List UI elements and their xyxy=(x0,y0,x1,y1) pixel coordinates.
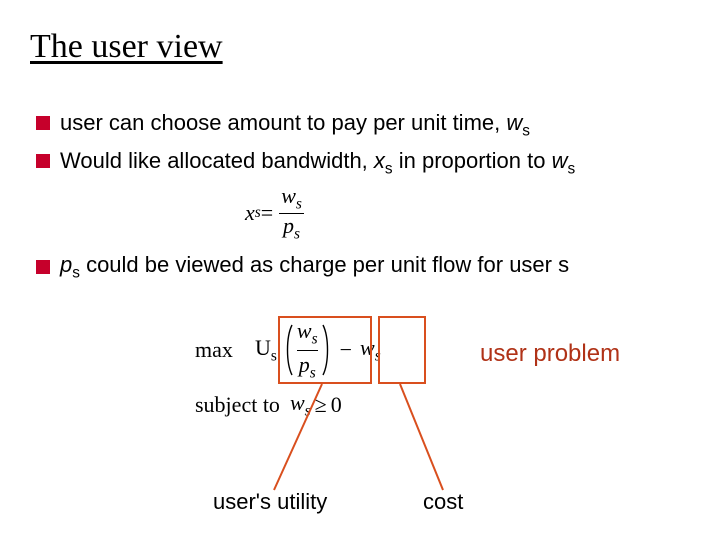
eq1-num-sub: s xyxy=(296,195,302,212)
opt-zero: 0 xyxy=(331,392,342,418)
eq1-equals: = xyxy=(261,200,273,226)
bullet-2: Would like allocated bandwidth, xs in pr… xyxy=(36,146,686,180)
bullet-3-var: p xyxy=(60,252,72,277)
bullet-3-sub: s xyxy=(72,264,80,281)
opt-U-sub: s xyxy=(271,347,277,364)
highlight-box-cost xyxy=(378,316,426,384)
bullet-2-mid: in proportion to xyxy=(393,148,552,173)
label-user-problem: user problem xyxy=(480,340,620,368)
bullet-3-tail: could be viewed as charge per unit flow … xyxy=(80,252,569,277)
eq1-den-var: p xyxy=(283,213,294,238)
slide: The user view user can choose amount to … xyxy=(0,0,720,540)
bullet-1-sub: s xyxy=(522,122,530,139)
opt-cons-sub: s xyxy=(305,402,311,419)
eq1-den-sub: s xyxy=(294,225,300,242)
bullet-2-sub2: s xyxy=(567,161,575,178)
opt-ge: ≥ xyxy=(315,392,327,418)
opt-subject: subject to xyxy=(195,392,280,418)
bullet-3: ps could be viewed as charge per unit fl… xyxy=(36,252,686,282)
opt-U-letter: U xyxy=(255,335,271,360)
opt-constraint: subject to ws ≥ 0 xyxy=(195,390,381,420)
bullet-1: user can choose amount to pay per unit t… xyxy=(36,108,686,142)
equation-xs: x s = ws ps xyxy=(245,185,310,242)
eq1-den: ps xyxy=(279,213,304,242)
opt-cons-left: ws xyxy=(290,390,311,420)
bullet-1-var: w xyxy=(506,110,522,135)
bullet-marker-icon xyxy=(36,116,50,130)
label-users-utility: user's utility xyxy=(213,489,327,515)
opt-max: max xyxy=(195,337,255,363)
highlight-box-utility xyxy=(278,316,372,384)
eq1-fraction: ws ps xyxy=(277,185,306,242)
bullet-2-sub1: s xyxy=(385,161,393,178)
slide-title: The user view xyxy=(30,28,223,66)
bullet-2-pre: Would like allocated bandwidth, xyxy=(60,148,374,173)
bullet-list-2: ps could be viewed as charge per unit fl… xyxy=(36,252,686,286)
bullet-2-var1: x xyxy=(374,148,385,173)
opt-cons-var: w xyxy=(290,390,305,415)
label-cost: cost xyxy=(423,489,463,515)
opt-U: Us xyxy=(255,335,277,365)
bullet-marker-icon xyxy=(36,260,50,274)
bullet-1-text: user can choose amount to pay per unit t… xyxy=(60,108,686,142)
bullet-2-text: Would like allocated bandwidth, xs in pr… xyxy=(60,146,686,180)
bullet-list-1: user can choose amount to pay per unit t… xyxy=(36,108,686,184)
bullet-1-pre: user can choose amount to pay per unit t… xyxy=(60,110,506,135)
eq1-num: ws xyxy=(277,185,306,213)
eq1-num-var: w xyxy=(281,183,296,208)
bullet-marker-icon xyxy=(36,154,50,168)
bullet-3-text: ps could be viewed as charge per unit fl… xyxy=(60,252,686,282)
eq1-lhs-var: x xyxy=(245,200,255,226)
bullet-2-var2: w xyxy=(552,148,568,173)
